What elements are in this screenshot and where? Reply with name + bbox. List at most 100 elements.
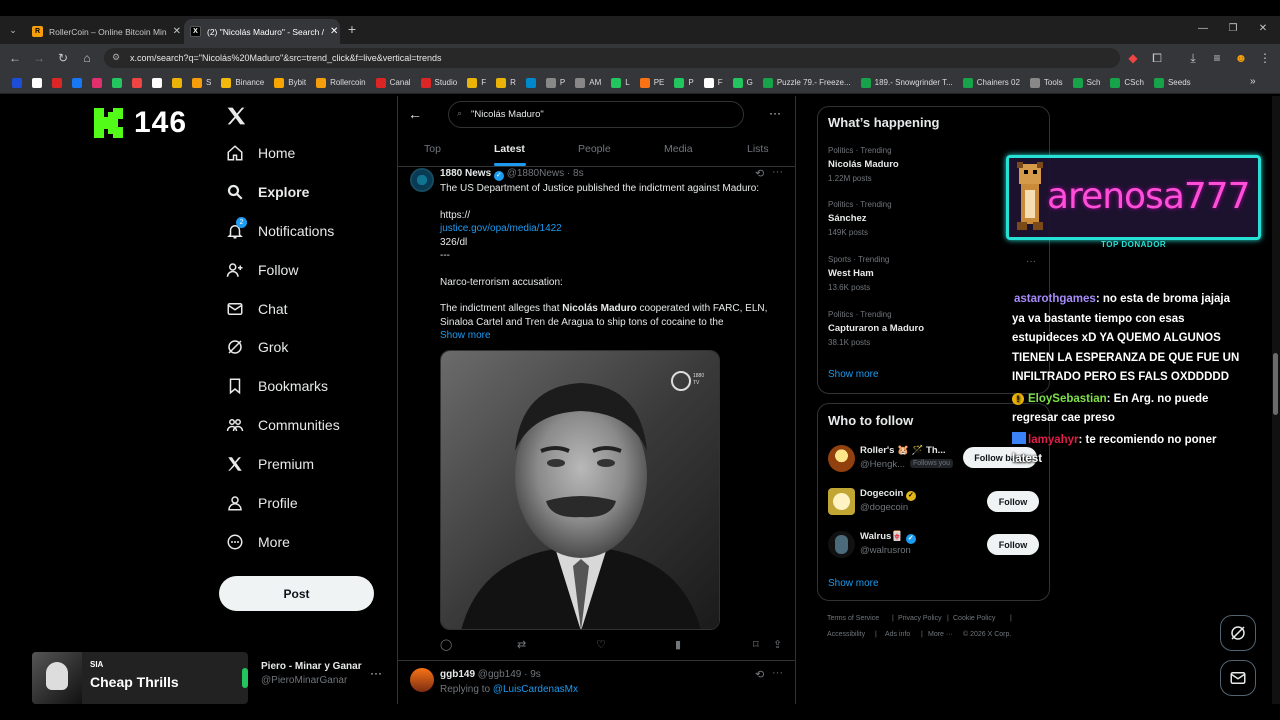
bookmark-item[interactable] [68,77,86,88]
bookmark-item[interactable]: G [729,77,757,88]
tweet-author-name[interactable]: ggb149 [440,669,475,680]
trending-show-more[interactable]: Show more [828,369,879,380]
nav-item-communities[interactable]: Communities [226,416,340,434]
grok-icon[interactable]: ⟲ [755,668,764,681]
bookmark-item[interactable]: Canal [372,77,415,88]
tab-latest[interactable]: Latest [494,143,525,155]
footer-link[interactable]: © 2026 X Corp. [963,631,1011,638]
bookmark-item[interactable] [28,77,46,88]
share-icon[interactable]: ⇪ [773,638,782,651]
media-icon[interactable]: ≡ [1210,52,1224,64]
tab-close-icon[interactable]: ✕ [330,26,338,37]
tab-search-icon[interactable]: ⌄ [6,24,20,36]
tab-close-icon[interactable]: ✕ [173,26,181,37]
bookmark-item[interactable] [168,77,186,88]
tweet-time[interactable]: · 9s [524,669,541,680]
address-bar[interactable]: ⚙ x.com/search?q="Nicolás%20Maduro"&src=… [104,48,1120,68]
bookmark-item[interactable] [8,77,26,88]
footer-link[interactable]: More ··· [928,631,953,638]
avatar[interactable] [828,445,855,472]
trend-name[interactable]: West Ham [828,268,874,279]
bookmark-item[interactable] [148,77,166,88]
show-more-link[interactable]: Show more [440,329,491,342]
footer-link[interactable]: Terms of Service [827,615,879,622]
footer-link[interactable]: Ads info [885,631,910,638]
avatar[interactable] [410,668,434,692]
bookmark-item[interactable]: S [188,77,215,88]
post-button[interactable]: Post [219,576,374,611]
home-browser-icon[interactable]: ⌂ [80,52,94,64]
bookmark-item[interactable]: Seeds [1150,77,1195,88]
nav-item-follow[interactable]: Follow [226,261,298,279]
tab-people[interactable]: People [578,143,611,155]
who-to-follow-show-more[interactable]: Show more [828,578,879,589]
bookmark-item[interactable]: F [463,77,490,88]
tab-lists[interactable]: Lists [747,143,769,155]
nav-item-premium[interactable]: Premium [226,455,314,473]
trend-name[interactable]: Capturaron a Maduro [828,323,924,334]
tweet-time[interactable]: · 8s [567,168,584,179]
bookmark-item[interactable]: R [492,77,520,88]
extensions-puzzle-icon[interactable]: ⧠ [1150,52,1164,64]
search-input[interactable]: ⌕ "Nicolás Maduro" [448,101,744,128]
new-tab-button[interactable]: + [345,22,359,36]
nav-item-notifications[interactable]: 2 Notifications [226,217,334,240]
reply-icon[interactable]: ◯ [440,638,452,651]
trend-name[interactable]: Sánchez [828,213,867,224]
bookmark-item[interactable]: Studio [417,77,462,88]
tab-x-search[interactable]: X (2) "Nicolás Maduro" - Search / ✕ [184,19,340,44]
tab-media[interactable]: Media [664,143,693,155]
bookmark-item[interactable]: P [670,77,697,88]
bookmark-item[interactable]: AM [571,77,605,88]
download-icon[interactable]: ⤓ [1186,52,1200,64]
avatar[interactable] [410,168,434,192]
grok-icon[interactable]: ⟲ [755,167,764,180]
site-info-icon[interactable]: ⚙ [112,52,120,63]
bookmark-item[interactable]: Bybit [270,77,310,88]
bookmark-item[interactable]: 189.- Snowgrinder T... [857,77,957,88]
messages-float-button[interactable] [1220,660,1256,696]
menu-kebab-icon[interactable]: ⋮ [1258,52,1272,64]
footer-link[interactable]: Accessibility [827,631,865,638]
bookmark-item[interactable]: Tools [1026,77,1067,88]
forward-icon[interactable]: → [32,52,46,64]
follow-user-name[interactable]: Walrus🀄 ✓ [860,531,916,544]
follow-button[interactable]: Follow [987,534,1039,555]
tweet-more-icon[interactable]: ··· [772,166,783,178]
bookmark-item[interactable]: Chainers 02 [959,77,1024,88]
footer-link[interactable]: Privacy Policy [898,615,942,622]
bookmark-icon[interactable]: ⌑ [753,638,759,651]
tweet-handle[interactable]: @1880News [507,168,564,179]
tweet-more-icon[interactable]: ··· [772,667,783,679]
tweet-author-name[interactable]: 1880 News [440,168,491,179]
search-more-icon[interactable]: ··· [769,106,781,120]
bookmark-item[interactable]: CSch [1106,77,1148,88]
footer-link[interactable]: Cookie Policy [953,615,995,622]
trend-more-icon[interactable]: ··· [1026,256,1036,267]
follow-button[interactable]: Follow [987,491,1039,512]
bookmark-item[interactable] [88,77,106,88]
nav-item-more[interactable]: More [226,533,290,551]
account-name[interactable]: Piero - Minar y Ganar [261,661,362,672]
bookmark-item[interactable]: Puzzle 79.- Freeze... [759,77,855,88]
dogecoin-avatar[interactable] [828,488,855,515]
retweet-icon[interactable]: ⇄ [517,638,526,651]
bookmark-item[interactable]: PE [636,77,669,88]
extension-icon[interactable]: ◆ [1126,52,1140,64]
bookmark-item[interactable]: F [700,77,727,88]
tweet-link[interactable]: justice.gov/opa/media/1422 [440,222,562,235]
bookmark-item[interactable] [108,77,126,88]
like-icon[interactable]: ♡ [596,638,606,651]
maximize-icon[interactable]: ❐ [1226,23,1240,35]
account-more-icon[interactable]: ··· [370,666,382,680]
bookmark-item[interactable] [128,77,146,88]
bookmark-item[interactable]: Rollercoin [312,77,370,88]
replying-to-link[interactable]: @LuisCardenasMx [493,684,578,695]
tab-rollercoin[interactable]: R RollerCoin – Online Bitcoin Min ✕ [26,19,182,44]
scrollbar-thumb[interactable] [1273,353,1278,415]
views-icon[interactable]: ▮ [675,638,681,651]
bookmark-item[interactable] [522,77,540,88]
back-arrow-icon[interactable]: ← [408,106,422,122]
follow-user-name[interactable]: Dogecoin ✓ [860,488,916,501]
nav-item-profile[interactable]: Profile [226,494,298,512]
